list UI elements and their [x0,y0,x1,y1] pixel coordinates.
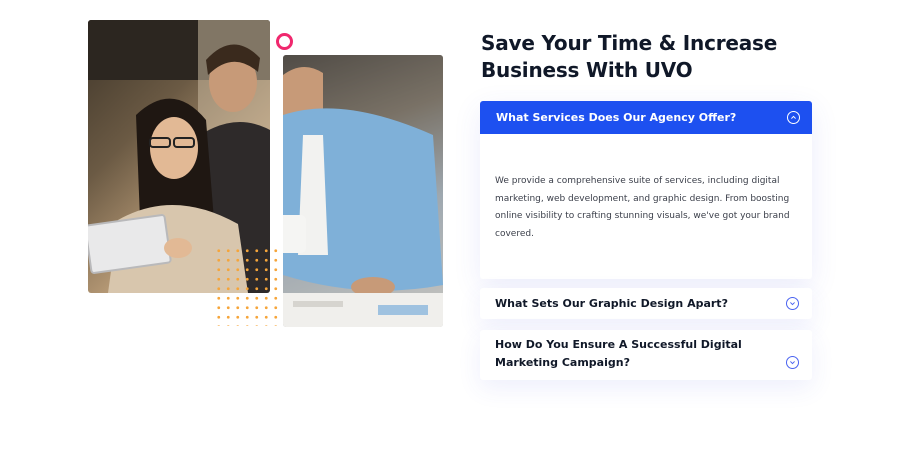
faq-question-toggle[interactable]: What Services Does Our Agency Offer? [480,101,812,134]
faq-item-collapsed[interactable]: What Sets Our Graphic Design Apart? [480,288,812,319]
section-title: Save Your Time & Increase Business With … [481,30,841,84]
faq-question: What Services Does Our Agency Offer? [496,111,737,124]
faq-question: What Sets Our Graphic Design Apart? [495,296,728,310]
faq-item-expanded: What Services Does Our Agency Offer? We … [480,101,812,279]
section-title-line1: Save Your Time & Increase [481,31,778,55]
section-title-line2: Business With UVO [481,58,693,82]
chevron-up-icon[interactable] [787,111,800,124]
faq-answer: We provide a comprehensive suite of serv… [495,176,790,239]
decorative-ring [276,33,293,50]
chevron-down-icon[interactable] [786,356,799,369]
decorative-dot-grid [214,246,280,326]
faq-question: How Do You Ensure A Successful Digital M… [495,338,742,369]
chevron-down-icon[interactable] [786,297,799,310]
faq-item-collapsed[interactable]: How Do You Ensure A Successful Digital M… [480,330,812,380]
team-photo-right [283,55,443,327]
